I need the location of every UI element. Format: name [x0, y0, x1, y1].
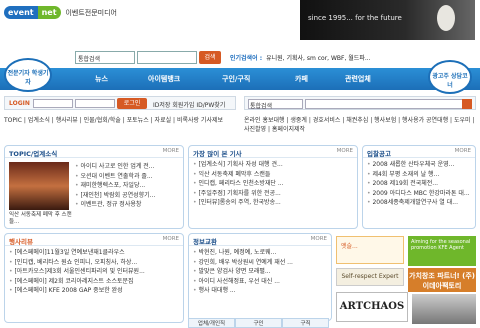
list-item[interactable]: 발맞은 양검사 양면 모래펼...: [193, 267, 327, 277]
nav-item-companies[interactable]: 관련업체: [345, 74, 371, 84]
list-item[interactable]: 2008 새롭한 산타우체국 운영...: [367, 160, 471, 170]
list-item[interactable]: 오션대 이벤트 연출학과 졸...: [75, 172, 177, 182]
info-exchange-list: 박현진, 나원, 예정예, 노로웨... 강민희, 배우 박상원씨 연예계 재선…: [189, 246, 331, 298]
advertiser-badge[interactable]: 광고주 상담코너: [428, 60, 472, 94]
login-links[interactable]: ID저장 회원가입 ID/PW찾기: [153, 100, 225, 109]
list-item[interactable]: [업계소식] 기획사 자성 대행 견...: [193, 160, 353, 170]
topic-more-link[interactable]: MORE: [163, 148, 179, 154]
login-button[interactable]: 로그인: [117, 98, 147, 109]
login-pw-input[interactable]: [75, 99, 115, 108]
reporter-badge[interactable]: 전문기자 학생기자: [4, 58, 52, 92]
logo-part1: event: [4, 6, 38, 19]
secondary-search-button[interactable]: [462, 99, 472, 109]
side-ad-partner[interactable]: 가치창조 파트너! (주)이데아팩토리: [408, 268, 476, 292]
most-viewed-panel: 가장 많이 본 기사 MORE [업계소식] 기획사 자성 대행 견... 익산…: [188, 145, 358, 229]
event-review-title: 행사리뷰: [9, 238, 33, 246]
side-ad-artchaos[interactable]: ARTCHAOS: [336, 292, 408, 322]
bid-notice-header: 입찰공고 MORE: [363, 146, 475, 158]
secondary-search-bar: 통합검색: [244, 96, 476, 110]
list-item[interactable]: [주일주점] 기획자를 위한 전공...: [193, 189, 353, 199]
most-viewed-header: 가장 많이 본 기사 MORE: [189, 146, 357, 158]
topic-panel-header: TOPIC/업계소식 MORE: [5, 146, 183, 158]
list-item[interactable]: [인디캡, 베리타스 원쇼 인피니, 오피칭사, 하상...: [9, 258, 179, 268]
event-review-panel: 행사리뷰 MORE [에스페메이]11월3일 연예보낸재1클라우스 [인디캡, …: [4, 233, 184, 323]
most-viewed-list: [업계소식] 기획사 자성 대행 견... 익산 서동축제 폐막후 스캔들 인디…: [189, 158, 357, 210]
nav-item-cafe[interactable]: 카페: [295, 74, 308, 84]
top-search-bar: 통합검색 검색 인기검색어 : 유니원, 기획사, sm cor, WBF, 월드…: [75, 51, 470, 65]
login-id-input[interactable]: [33, 99, 73, 108]
list-item[interactable]: [재인천] 박람회 공연성향기...: [75, 191, 177, 201]
side-ad-photo[interactable]: [412, 294, 476, 324]
list-item[interactable]: 박현진, 나원, 예정예, 노로웨...: [193, 248, 327, 258]
top-banner-ad[interactable]: since 1995... for the future: [300, 0, 475, 40]
login-bar: LOGIN 로그인 ID저장 회원가입 ID/PW찾기: [4, 96, 236, 110]
event-review-list: [에스페메이]11월3일 연예보낸재1클라우스 [인디캡, 베리타스 원쇼 인피…: [5, 246, 183, 298]
list-item[interactable]: 강민희, 배우 박상원씨 연예계 재선 ...: [193, 258, 327, 268]
most-viewed-title: 가장 많이 본 기사: [193, 150, 242, 158]
list-item[interactable]: 아이디 사선해정표, 우선 대신 ...: [193, 277, 327, 287]
bid-notice-title: 입찰공고: [367, 150, 391, 158]
search-input[interactable]: [137, 51, 197, 64]
secondary-search-select[interactable]: 통합검색: [248, 99, 303, 110]
list-item[interactable]: 재미한행렉스포, 자일당...: [75, 181, 177, 191]
service-links[interactable]: 온라인 홍보대행 | 생중계 | 경호서비스 | 채권추심 | 행사보험 | 행…: [244, 116, 476, 134]
popular-label: 인기검색어 :: [230, 55, 263, 62]
popular-terms[interactable]: 유니원, 기획사, sm cor, WBF, 월드파...: [266, 55, 370, 62]
nav-item-news[interactable]: 뉴스: [95, 74, 108, 84]
search-scope-select[interactable]: 통합검색: [75, 51, 135, 64]
list-item[interactable]: [에스페메이] 제2회 코리아레지스트 소스토문집: [9, 277, 179, 287]
topic-photo[interactable]: [9, 162, 69, 210]
main-nav: 뉴스 아이템뱅크 구인/구직 카페 관련업체: [0, 68, 480, 90]
list-item[interactable]: 인디캡, 페리타스 인천소방재단 ...: [193, 179, 353, 189]
side-ad-green[interactable]: Aiming for the seasonal promotion KFE Ag…: [408, 236, 476, 266]
event-review-more-link[interactable]: MORE: [163, 236, 179, 242]
bid-notice-list: 2008 새롭한 산타우체국 운영... 제4회 부평 소재의 날 행... 2…: [363, 158, 475, 210]
list-item[interactable]: 익산 서동축제 폐막후 스캔들: [193, 170, 353, 180]
list-item[interactable]: 제4회 부평 소재의 날 행...: [367, 170, 471, 180]
list-item[interactable]: 2008세종축제개발연구사 열 대...: [367, 198, 471, 208]
site-logo[interactable]: event net 이벤트전문미디어: [4, 6, 124, 24]
login-label: LOGIN: [9, 100, 30, 107]
side-ad-self-respect[interactable]: Self-respect Expert: [336, 268, 404, 286]
list-item[interactable]: 2008 제19회 전국체전...: [367, 179, 471, 189]
top-ad-text: since 1995... for the future: [308, 14, 402, 22]
list-item[interactable]: 행사 대대행 ...: [193, 286, 327, 296]
event-review-header: 행사리뷰 MORE: [5, 234, 183, 246]
egg-image: [437, 5, 455, 31]
list-item[interactable]: 2009 아디다스 MBC 한강마라톤 대...: [367, 189, 471, 199]
logo-tagline: 이벤트전문미디어: [65, 9, 117, 17]
bid-notice-more-link[interactable]: MORE: [455, 148, 471, 154]
nav-item-jobs[interactable]: 구인/구직: [222, 74, 250, 84]
list-item[interactable]: [인터뷰]롬송의 주역, 한국방송...: [193, 198, 353, 208]
topic-photo-caption[interactable]: 익산 서동축제 폐막 후 스캔들...: [9, 212, 73, 226]
info-exchange-title: 정보교환: [193, 238, 217, 246]
bid-notice-panel: 입찰공고 MORE 2008 새롭한 산타우체국 운영... 제4회 부평 소재…: [362, 145, 476, 229]
most-viewed-more-link[interactable]: MORE: [337, 148, 353, 154]
list-item[interactable]: 아이디 사고로 인한 업계 전...: [75, 162, 177, 172]
list-item[interactable]: 이벤트관, 정규 정사용창: [75, 200, 177, 210]
topic-list: 아이디 사고로 인한 업계 전... 오션대 이벤트 연출학과 졸... 재미한…: [71, 160, 181, 212]
info-exchange-more-link[interactable]: MORE: [311, 236, 327, 242]
popular-keywords: 인기검색어 : 유니원, 기획사, sm cor, WBF, 월드파...: [230, 53, 470, 62]
info-exchange-header: 정보교환 MORE: [189, 234, 331, 246]
list-item[interactable]: [에스페메이] KFE 2008 GAP 중보한 완성: [9, 286, 179, 296]
side-ad-1[interactable]: 엣슬...: [336, 236, 404, 264]
list-item[interactable]: [아트카오스]제3회 서울인센티파리의 및 인터뷰원...: [9, 267, 179, 277]
secondary-search-input[interactable]: [305, 99, 465, 109]
logo-part2: net: [37, 6, 61, 19]
topic-panel: TOPIC/업계소식 MORE 익산 서동축제 폐막 후 스캔들... 아이디 …: [4, 145, 184, 229]
info-exchange-panel: 정보교환 MORE 박현진, 나원, 예정예, 노로웨... 강민희, 배우 박…: [188, 233, 332, 321]
nav-item-itembank[interactable]: 아이템뱅크: [148, 74, 180, 84]
search-button[interactable]: 검색: [199, 51, 221, 64]
topic-panel-title: TOPIC/업계소식: [9, 150, 58, 158]
category-links[interactable]: TOPIC | 업계소식 | 행사리뷰 | 인물/협회/학술 | 포토뉴스 | …: [4, 116, 240, 125]
list-item[interactable]: [에스페메이]11월3일 연예보낸재1클라우스: [9, 248, 179, 258]
